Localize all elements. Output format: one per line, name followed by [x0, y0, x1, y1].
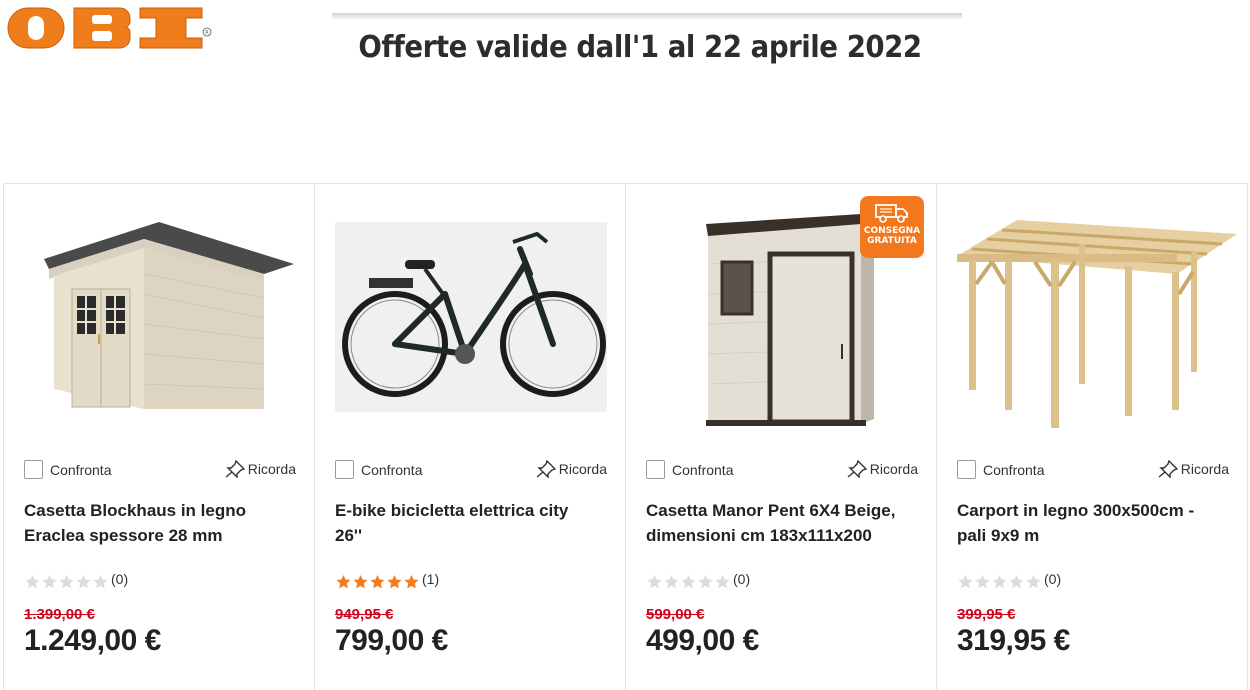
page-headline: Offerte valide dall'1 al 22 aprile 2022 [358, 30, 922, 65]
star-empty-icon [59, 575, 74, 589]
compare-label: Confronta [983, 461, 1045, 478]
rating-count: (0) [1044, 571, 1062, 587]
product-title[interactable]: E-bike bicicletta elettrica city 26'' [335, 498, 599, 548]
pin-icon [225, 460, 245, 478]
rating-stars [24, 574, 109, 590]
star-filled-icon [353, 575, 368, 589]
star-empty-icon [42, 575, 57, 589]
pin-icon [847, 460, 867, 478]
product-rating: (0) [957, 571, 1062, 590]
star-empty-icon [1026, 575, 1041, 589]
star-empty-icon [664, 575, 679, 589]
remember-button[interactable]: Ricorda [225, 460, 296, 478]
product-rating: (1) [335, 571, 440, 590]
rating-count: (1) [422, 571, 440, 587]
star-empty-icon [25, 575, 40, 589]
product-image[interactable] [14, 194, 304, 434]
product-rating: (0) [24, 571, 129, 590]
headline-divider [332, 13, 962, 19]
old-price: 599,00 € [646, 606, 705, 623]
old-price: 949,95 € [335, 606, 394, 623]
compare-label: Confronta [672, 461, 734, 478]
product-grid: Confronta Ricorda Casetta Blockhaus in l… [3, 183, 1248, 690]
star-empty-icon [715, 575, 730, 589]
compare-label: Confronta [50, 461, 112, 478]
pin-icon [1158, 460, 1178, 478]
star-empty-icon [76, 575, 91, 589]
product-title[interactable]: Casetta Blockhaus in legno Eraclea spess… [24, 498, 288, 548]
rating-stars [335, 574, 420, 590]
wooden-carport-image [957, 220, 1237, 428]
product-card[interactable]: Confronta Ricorda Carport in legno 300x5… [937, 184, 1247, 690]
rating-stars [646, 574, 731, 590]
star-empty-icon [681, 575, 696, 589]
rating-count: (0) [733, 571, 751, 587]
svg-text:R: R [205, 30, 209, 36]
badge-line-2: GRATUITA [867, 236, 917, 246]
star-filled-icon [404, 575, 419, 589]
compare-checkbox[interactable]: Confronta [24, 460, 111, 479]
product-rating: (0) [646, 571, 751, 590]
remember-label: Ricorda [1180, 461, 1229, 477]
rating-stars [957, 574, 1042, 590]
badge-line-1: CONSEGNA [863, 226, 921, 236]
e-bike-image [335, 222, 607, 412]
product-card[interactable]: Confronta Ricorda E-bike bicicletta elet… [315, 184, 626, 690]
checkbox-icon[interactable] [646, 460, 665, 479]
wooden-shed-image [44, 222, 294, 409]
checkbox-icon[interactable] [335, 460, 354, 479]
compare-checkbox[interactable]: Confronta [646, 460, 733, 479]
remember-button[interactable]: Ricorda [536, 460, 607, 478]
star-filled-icon [387, 575, 402, 589]
remember-button[interactable]: Ricorda [1158, 460, 1229, 478]
remember-label: Ricorda [869, 461, 918, 477]
star-empty-icon [992, 575, 1007, 589]
star-empty-icon [93, 575, 108, 589]
remember-label: Ricorda [247, 461, 296, 477]
remember-button[interactable]: Ricorda [847, 460, 918, 478]
product-card[interactable]: CONSEGNA GRATUITA Confronta Ricorda Case… [626, 184, 937, 690]
product-image[interactable] [325, 194, 615, 434]
star-empty-icon [975, 575, 990, 589]
obi-logo[interactable]: R [4, 2, 214, 52]
product-image[interactable] [947, 194, 1237, 434]
pin-icon [536, 460, 556, 478]
star-empty-icon [1009, 575, 1024, 589]
rating-count: (0) [111, 571, 129, 587]
product-title[interactable]: Carport in legno 300x500cm - pali 9x9 m [957, 498, 1221, 548]
product-title[interactable]: Casetta Manor Pent 6X4 Beige, dimensioni… [646, 498, 910, 548]
current-price: 1.249,00 € [24, 624, 161, 657]
star-empty-icon [958, 575, 973, 589]
compare-checkbox[interactable]: Confronta [335, 460, 422, 479]
old-price: 1.399,00 € [24, 606, 95, 623]
current-price: 499,00 € [646, 624, 759, 657]
product-card[interactable]: Confronta Ricorda Casetta Blockhaus in l… [4, 184, 315, 690]
star-filled-icon [370, 575, 385, 589]
star-filled-icon [336, 575, 351, 589]
remember-label: Ricorda [558, 461, 607, 477]
star-empty-icon [698, 575, 713, 589]
delivery-truck-icon [875, 204, 908, 223]
checkbox-icon[interactable] [24, 460, 43, 479]
compare-checkbox[interactable]: Confronta [957, 460, 1044, 479]
checkbox-icon[interactable] [957, 460, 976, 479]
compare-label: Confronta [361, 461, 423, 478]
free-delivery-badge: CONSEGNA GRATUITA [860, 196, 924, 258]
current-price: 799,00 € [335, 624, 448, 657]
current-price: 319,95 € [957, 624, 1070, 657]
star-empty-icon [647, 575, 662, 589]
old-price: 399,95 € [957, 606, 1016, 623]
